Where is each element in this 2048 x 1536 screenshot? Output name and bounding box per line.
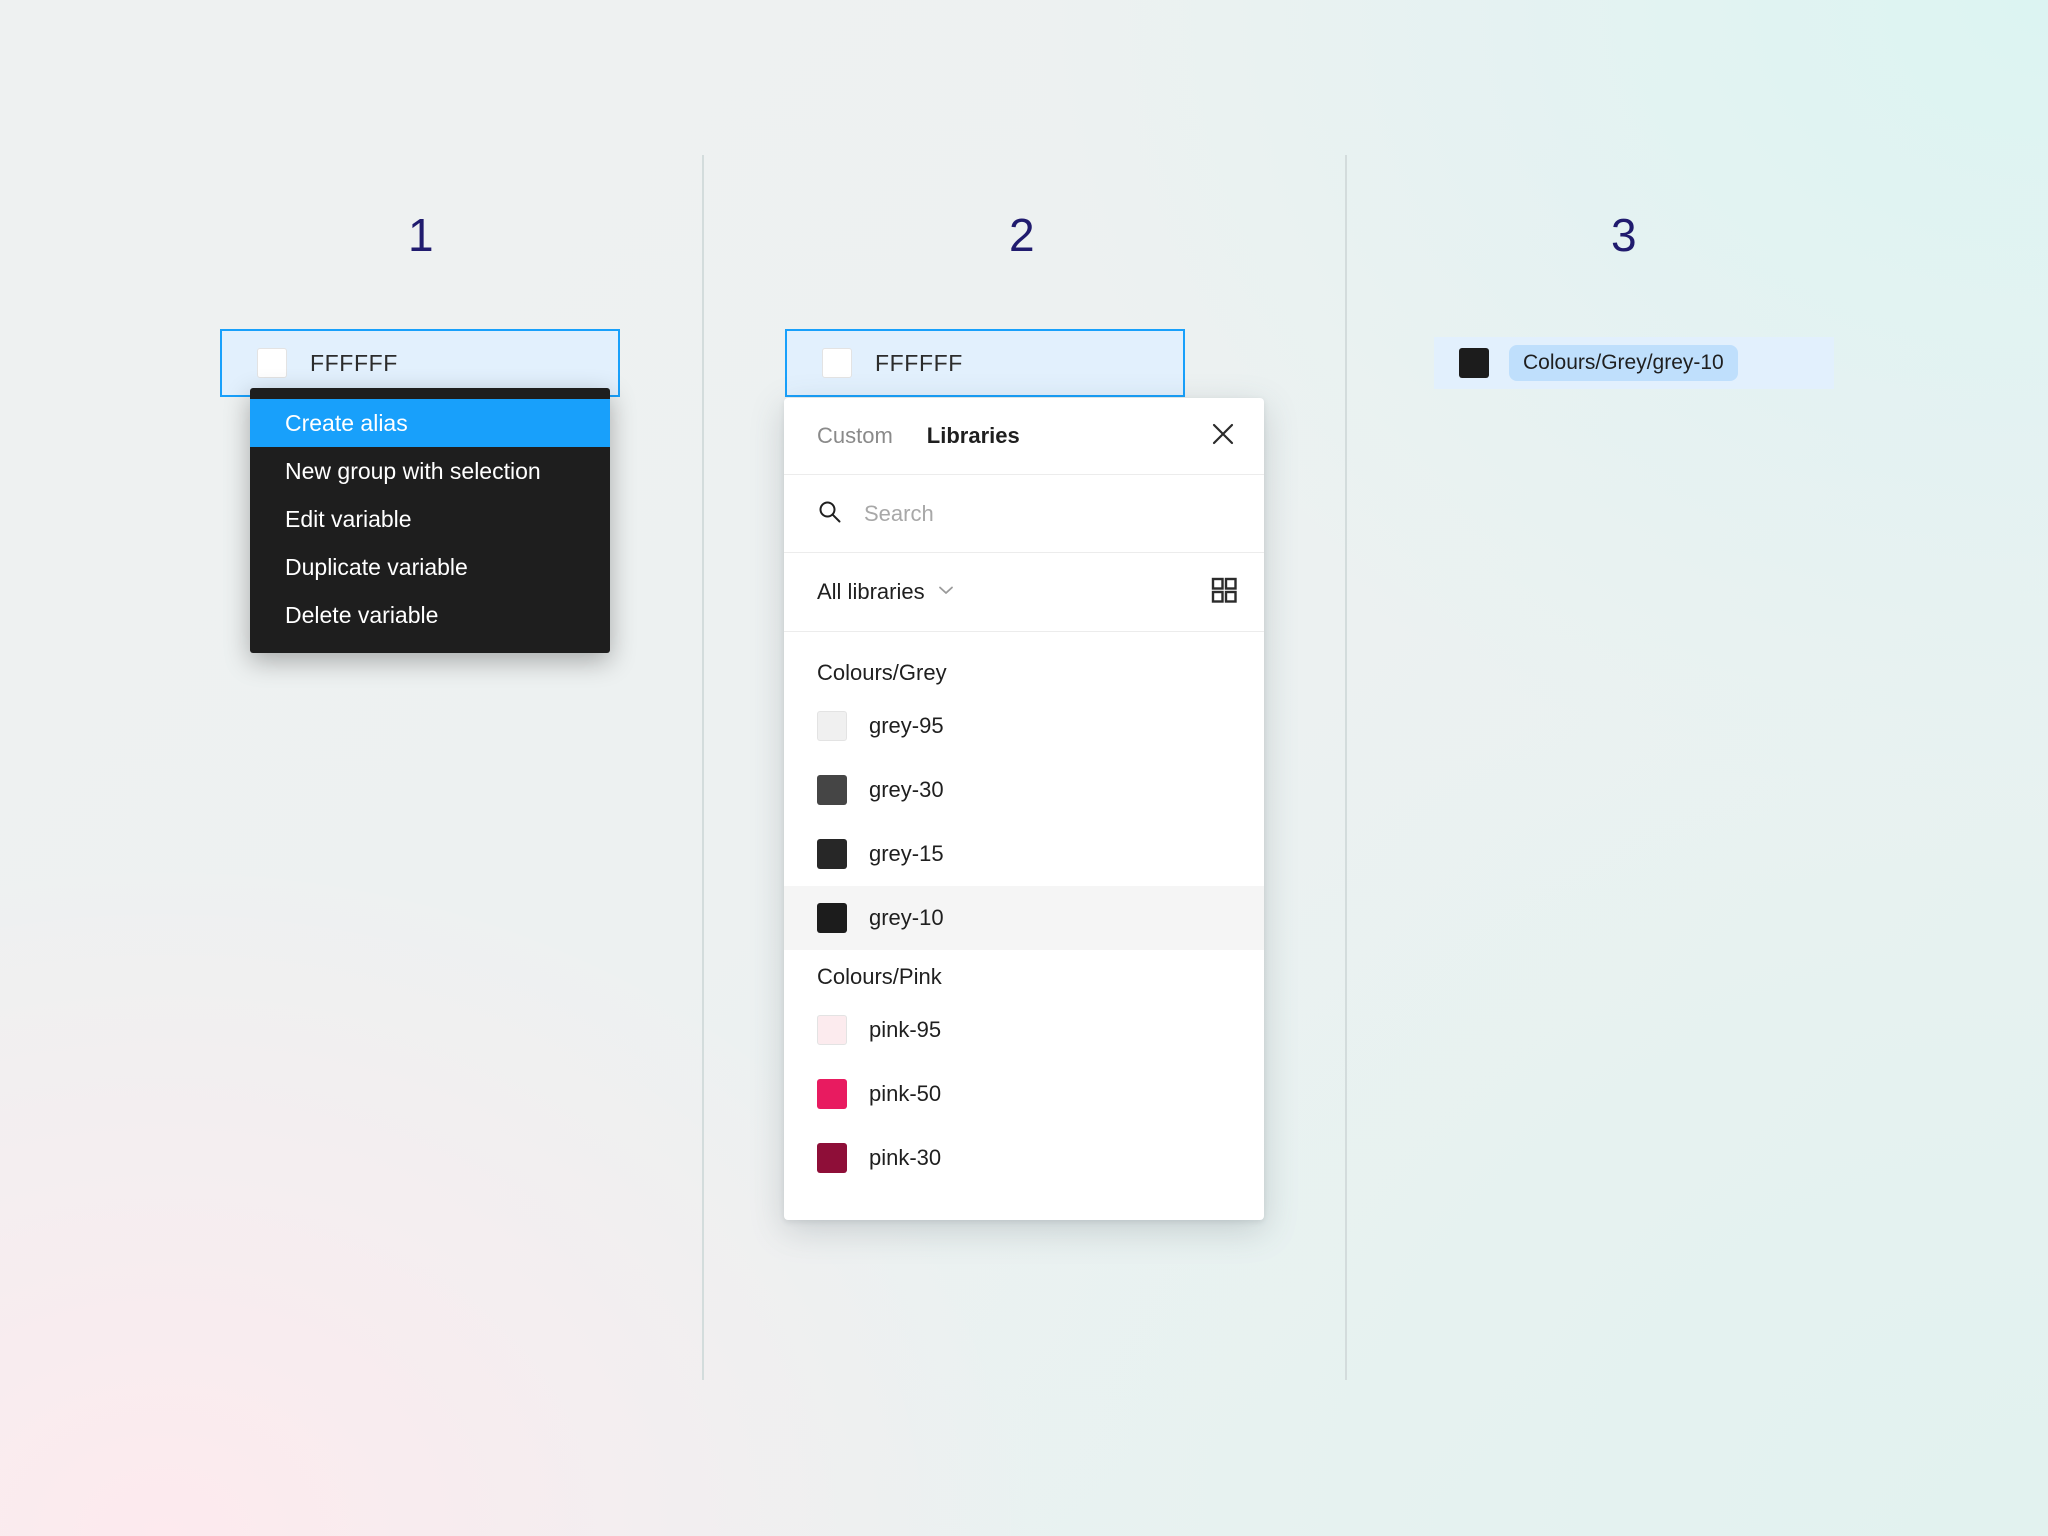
variable-row-step1[interactable]: FFFFFF bbox=[220, 329, 620, 397]
menu-item-label: Edit variable bbox=[285, 505, 412, 532]
color-swatch bbox=[817, 711, 847, 741]
menu-item-label: Delete variable bbox=[285, 601, 439, 628]
color-name: grey-15 bbox=[869, 841, 944, 866]
variable-swatch[interactable] bbox=[822, 348, 852, 378]
panel-header: Custom Libraries bbox=[784, 398, 1264, 475]
variable-row-step2[interactable]: FFFFFF bbox=[785, 329, 1185, 397]
color-name: grey-95 bbox=[869, 713, 944, 738]
menu-item-edit-variable[interactable]: Edit variable bbox=[250, 495, 610, 543]
color-row[interactable]: grey-15 bbox=[784, 822, 1264, 886]
menu-item-duplicate-variable[interactable]: Duplicate variable bbox=[250, 543, 610, 591]
alias-swatch bbox=[1459, 348, 1489, 378]
search-icon bbox=[817, 499, 842, 529]
color-row[interactable]: grey-95 bbox=[784, 694, 1264, 758]
menu-item-create-alias[interactable]: Create alias bbox=[250, 399, 610, 447]
color-row[interactable]: grey-30 bbox=[784, 758, 1264, 822]
alias-result-row[interactable]: Colours/Grey/grey-10 bbox=[1434, 337, 1834, 389]
menu-item-label: Duplicate variable bbox=[285, 553, 468, 580]
column-divider-2 bbox=[1345, 155, 1347, 1380]
color-name: pink-50 bbox=[869, 1081, 942, 1106]
color-name: grey-10 bbox=[869, 905, 944, 930]
color-name: pink-30 bbox=[869, 1145, 942, 1170]
tab-custom[interactable]: Custom bbox=[817, 423, 893, 449]
alias-chip-label[interactable]: Colours/Grey/grey-10 bbox=[1509, 345, 1738, 381]
color-swatch bbox=[817, 775, 847, 805]
library-filter-label[interactable]: All libraries bbox=[817, 579, 925, 605]
context-menu: Create alias New group with selection Ed… bbox=[250, 388, 610, 653]
color-name: pink-95 bbox=[869, 1017, 942, 1042]
color-row-grey-10-hovered[interactable]: grey-10 bbox=[784, 886, 1264, 950]
variable-swatch[interactable] bbox=[257, 348, 287, 378]
color-swatch bbox=[817, 1143, 847, 1173]
close-icon[interactable] bbox=[1208, 419, 1238, 454]
menu-item-new-group-with-selection[interactable]: New group with selection bbox=[250, 447, 610, 495]
variable-hex-value: FFFFFF bbox=[875, 349, 963, 376]
menu-item-label: Create alias bbox=[285, 409, 408, 436]
search-input[interactable] bbox=[864, 500, 1194, 527]
color-name: grey-30 bbox=[869, 777, 944, 802]
group-title-colours-pink: Colours/Pink bbox=[817, 964, 942, 989]
step-number-1: 1 bbox=[408, 209, 435, 261]
step-number-2: 2 bbox=[1009, 209, 1036, 261]
color-swatch bbox=[817, 1015, 847, 1045]
tab-libraries[interactable]: Libraries bbox=[927, 423, 1020, 449]
color-row[interactable]: pink-95 bbox=[784, 998, 1264, 1062]
color-swatch bbox=[817, 903, 847, 933]
group-title-colours-grey: Colours/Grey bbox=[817, 660, 947, 685]
library-color-list: Colours/Grey grey-95 grey-30 grey-15 gre… bbox=[784, 632, 1264, 1220]
color-swatch bbox=[817, 1079, 847, 1109]
menu-item-label: New group with selection bbox=[285, 457, 541, 484]
color-swatch bbox=[817, 839, 847, 869]
color-row[interactable]: pink-30 bbox=[784, 1126, 1264, 1190]
color-row[interactable]: pink-50 bbox=[784, 1062, 1264, 1126]
libraries-panel: Custom Libraries All libraries bbox=[784, 398, 1264, 1220]
menu-item-delete-variable[interactable]: Delete variable bbox=[250, 591, 610, 639]
step-number-3: 3 bbox=[1611, 209, 1638, 261]
column-divider-1 bbox=[702, 155, 704, 1380]
grid-view-icon[interactable] bbox=[1210, 576, 1238, 609]
search-bar[interactable] bbox=[784, 475, 1264, 553]
variable-hex-value: FFFFFF bbox=[310, 349, 398, 376]
chevron-down-icon[interactable] bbox=[936, 580, 956, 605]
library-filter-bar: All libraries bbox=[784, 553, 1264, 632]
